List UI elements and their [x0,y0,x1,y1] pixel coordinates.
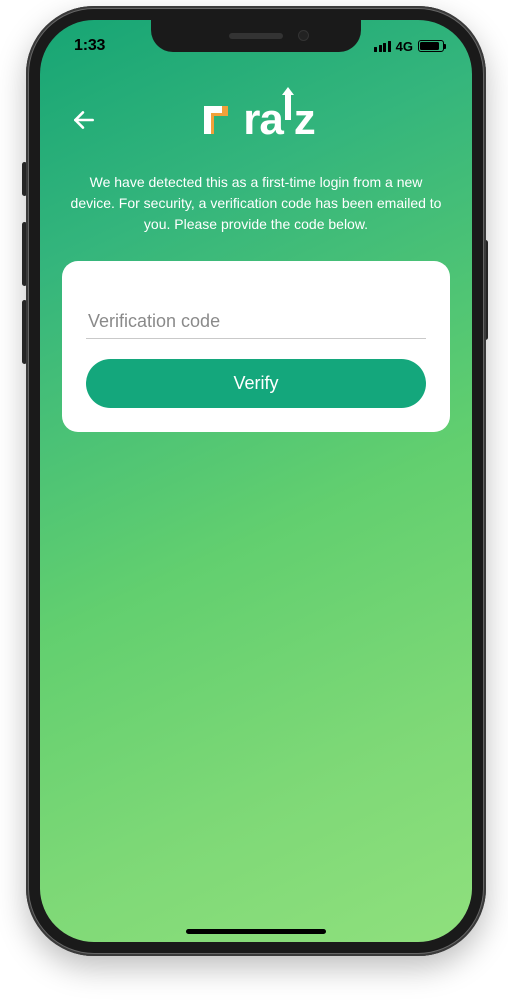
brand-logo: raz [197,98,315,142]
phone-frame: 1:33 4G [26,6,486,956]
arrow-left-icon [71,107,97,133]
verification-card: Verify [62,261,450,432]
phone-notch [151,20,361,52]
app-screen: 1:33 4G [40,20,472,942]
status-time: 1:33 [74,29,105,55]
cellular-signal-icon [374,41,391,52]
brand-logo-icon [197,100,237,140]
verification-message: We have detected this as a first-time lo… [68,172,444,235]
brand-logo-text: raz [243,98,315,142]
verification-code-input[interactable] [86,305,426,339]
home-indicator[interactable] [186,929,326,934]
verify-button[interactable]: Verify [86,359,426,408]
battery-icon [418,40,444,52]
back-button[interactable] [62,98,106,142]
network-label: 4G [396,39,413,54]
app-header: raz [62,90,450,150]
